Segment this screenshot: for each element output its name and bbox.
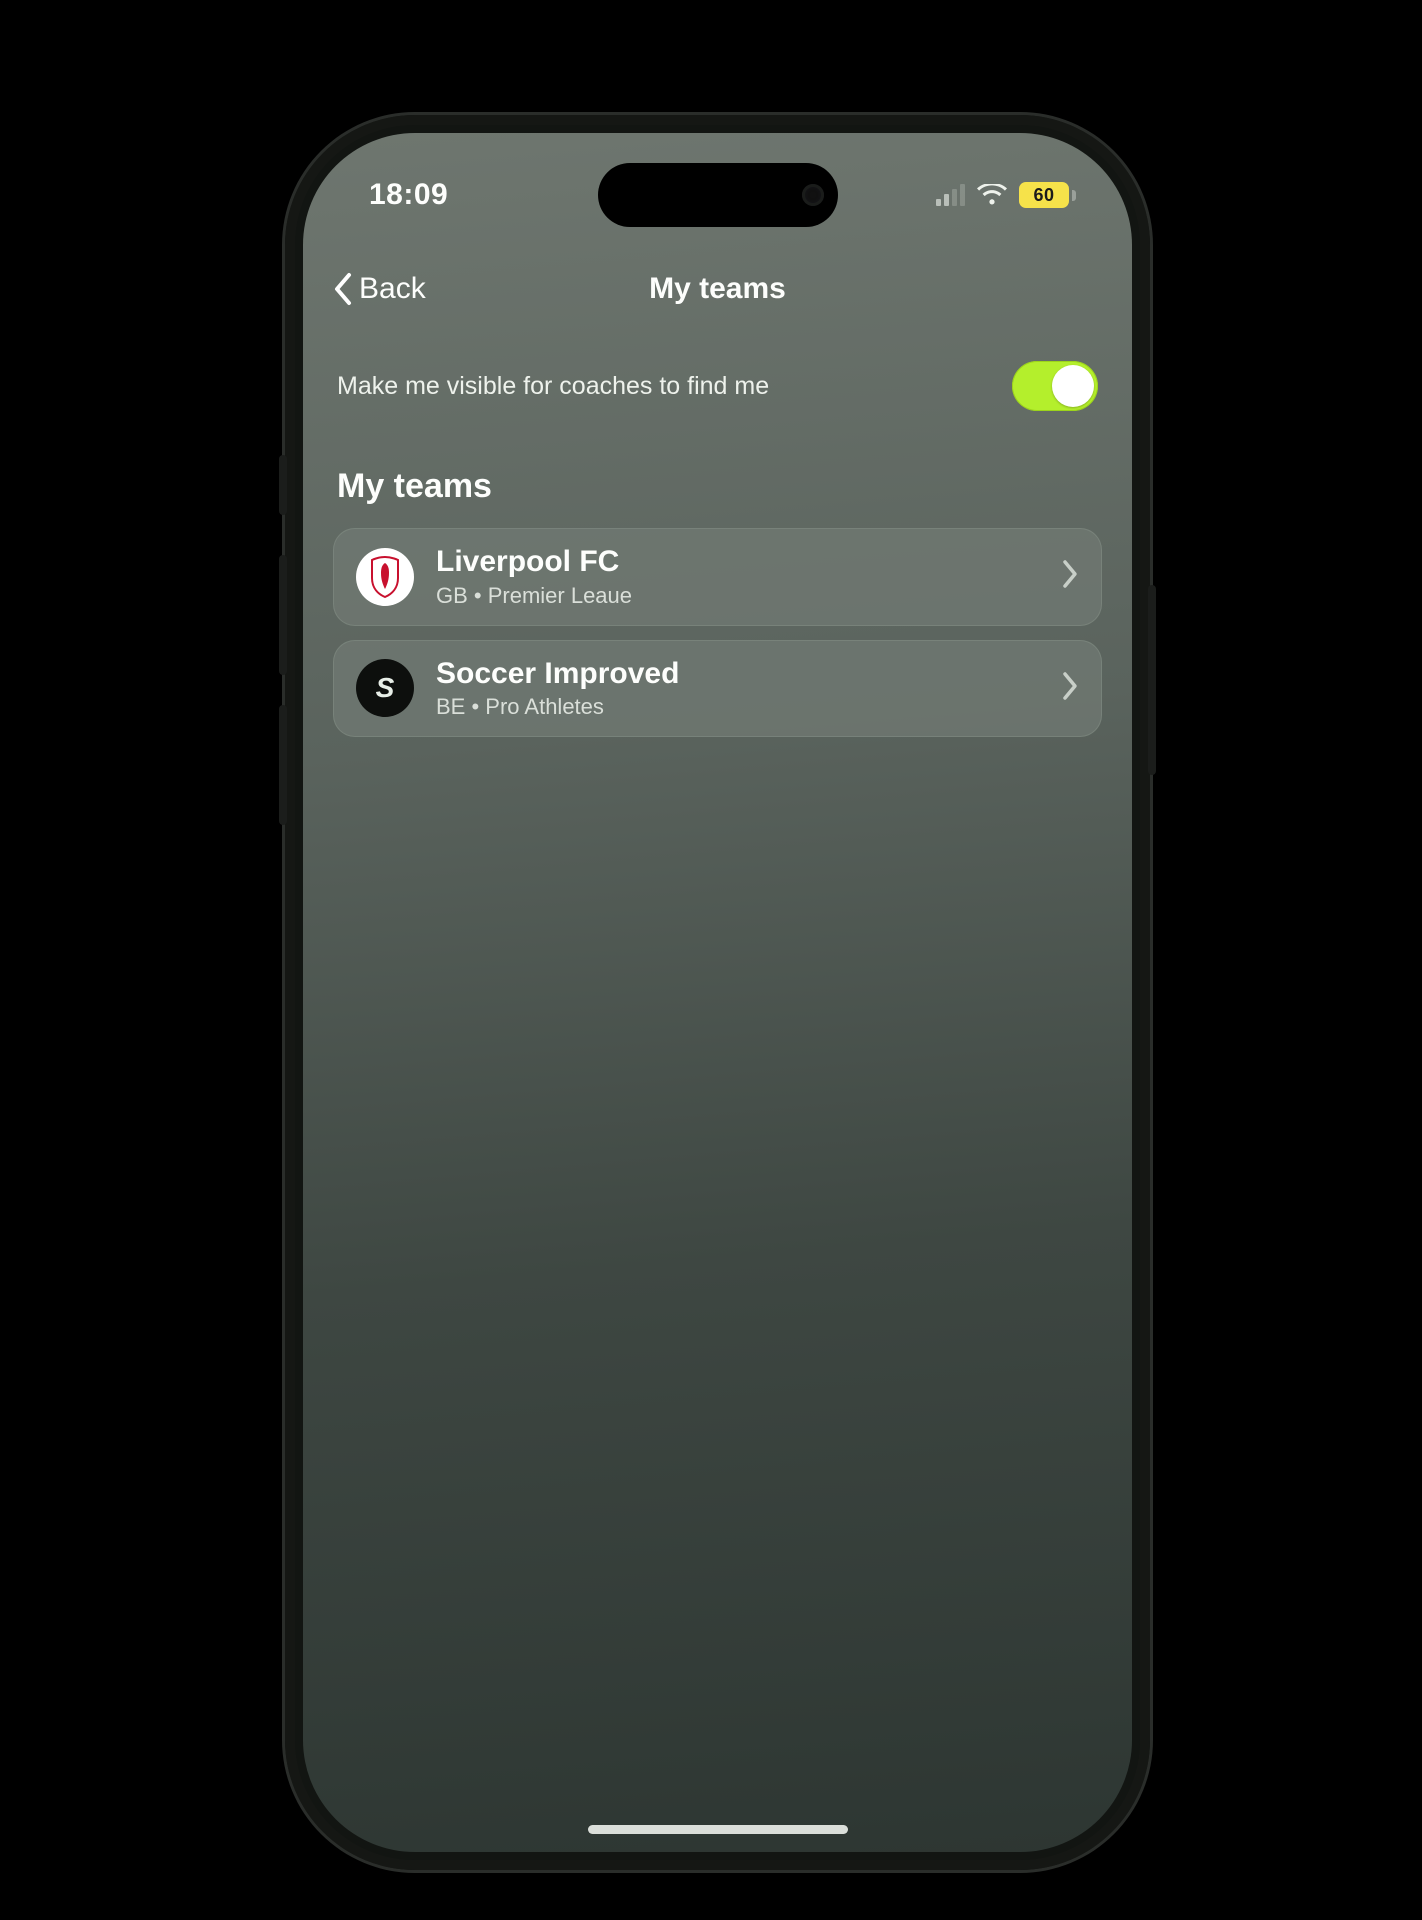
team-name: Liverpool FC — [436, 545, 1039, 580]
section-heading: My teams — [337, 467, 1098, 506]
status-right: 60 — [936, 182, 1076, 208]
content: Make me visible for coaches to find me M… — [303, 343, 1132, 737]
side-button-vol-up — [279, 555, 287, 675]
battery-level: 60 — [1019, 182, 1069, 208]
team-text: Soccer Improved BE • Pro Athletes — [436, 657, 1039, 721]
home-indicator[interactable] — [588, 1825, 848, 1834]
side-button-power — [1148, 585, 1156, 775]
liverpool-crest-icon — [368, 555, 402, 599]
side-button-silence — [279, 455, 287, 515]
status-time: 18:09 — [369, 178, 448, 212]
back-button[interactable]: Back — [331, 272, 426, 306]
team-sub: GB • Premier Leaue — [436, 583, 1039, 609]
team-row[interactable]: S Soccer Improved BE • Pro Athletes — [333, 640, 1102, 738]
team-logo: S — [356, 659, 414, 717]
stage: 18:09 60 Back My teams — [0, 0, 1422, 1920]
chevron-left-icon — [331, 272, 353, 306]
back-label: Back — [359, 272, 426, 306]
chevron-right-icon — [1061, 559, 1079, 594]
battery-tip — [1072, 190, 1076, 201]
battery-indicator: 60 — [1019, 182, 1076, 208]
phone-frame: 18:09 60 Back My teams — [285, 115, 1150, 1870]
page-title: My teams — [649, 272, 786, 306]
team-logo — [356, 548, 414, 606]
team-sub: BE • Pro Athletes — [436, 694, 1039, 720]
cellular-icon — [936, 184, 965, 206]
team-row[interactable]: Liverpool FC GB • Premier Leaue — [333, 528, 1102, 626]
teams-list: Liverpool FC GB • Premier Leaue S Soccer… — [333, 528, 1102, 737]
team-logo-letter: S — [376, 672, 395, 704]
visibility-toggle[interactable] — [1012, 361, 1098, 411]
team-text: Liverpool FC GB • Premier Leaue — [436, 545, 1039, 609]
team-name: Soccer Improved — [436, 657, 1039, 692]
visibility-row: Make me visible for coaches to find me — [333, 343, 1102, 421]
chevron-right-icon — [1061, 671, 1079, 706]
side-button-vol-down — [279, 705, 287, 825]
wifi-icon — [977, 184, 1007, 206]
visibility-label: Make me visible for coaches to find me — [337, 372, 769, 401]
screen: 18:09 60 Back My teams — [303, 133, 1132, 1852]
nav-bar: Back My teams — [303, 253, 1132, 325]
status-bar: 18:09 60 — [303, 167, 1132, 223]
